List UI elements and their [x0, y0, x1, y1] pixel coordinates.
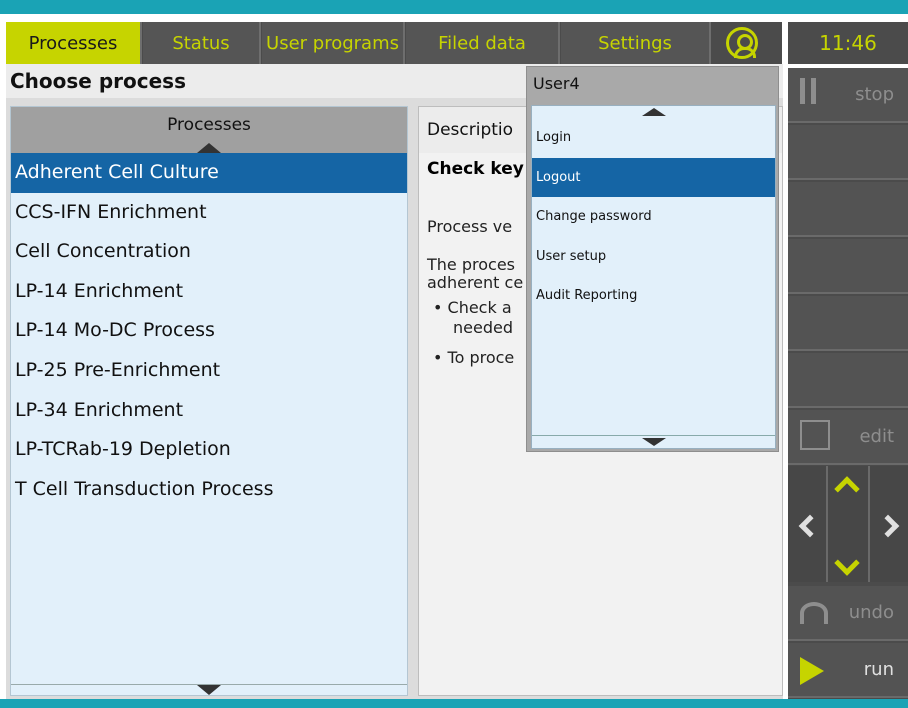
edit-label: edit: [859, 426, 894, 447]
action-sidebar: stop edit undo run: [788, 68, 908, 699]
list-item[interactable]: LP-TCRab-19 Depletion: [11, 430, 407, 470]
tab-label: Settings: [598, 32, 672, 54]
list-item[interactable]: LP-34 Enrichment: [11, 391, 407, 431]
blank-button[interactable]: [788, 353, 908, 408]
blank-button[interactable]: [788, 239, 908, 294]
process-list: Adherent Cell Culture CCS-IFN Enrichment…: [11, 153, 407, 509]
pause-icon: [800, 78, 816, 104]
menu-item-user-setup[interactable]: User setup: [532, 237, 775, 277]
scroll-up-icon[interactable]: [197, 143, 221, 153]
blank-button[interactable]: [788, 296, 908, 351]
tab-label: Status: [172, 32, 230, 54]
blank-button[interactable]: [788, 125, 908, 180]
scroll-down-icon[interactable]: [197, 685, 221, 695]
blank-button[interactable]: [788, 182, 908, 237]
menu-item-logout[interactable]: Logout: [532, 157, 775, 198]
tab-settings[interactable]: Settings: [561, 22, 711, 64]
undo-label: undo: [848, 602, 894, 623]
menu-item-change-password[interactable]: Change password: [532, 197, 775, 237]
chevron-up-icon[interactable]: [834, 476, 860, 502]
divider: [868, 466, 870, 582]
menu-item-login[interactable]: Login: [532, 118, 775, 158]
tab-label: Processes: [28, 32, 118, 54]
list-item[interactable]: Cell Concentration: [11, 232, 407, 272]
stop-button[interactable]: stop: [788, 68, 908, 123]
chevron-left-icon[interactable]: [798, 514, 822, 538]
scroll-down-icon[interactable]: [642, 438, 666, 446]
process-list-panel: Processes Adherent Cell Culture CCS-IFN …: [10, 106, 408, 696]
user-menu-list: Login Logout Change password User setup …: [531, 105, 776, 449]
tab-status[interactable]: Status: [143, 22, 261, 64]
user-icon[interactable]: [726, 27, 758, 59]
tab-user-programs[interactable]: User programs: [262, 22, 405, 64]
list-item[interactable]: Adherent Cell Culture: [11, 153, 407, 193]
chevron-down-icon[interactable]: [834, 550, 860, 576]
bottom-frame-bar: [0, 699, 908, 708]
chevron-right-icon[interactable]: [876, 514, 900, 538]
edit-button[interactable]: edit: [788, 410, 908, 465]
tab-filed-data[interactable]: Filed data: [406, 22, 560, 64]
scroll-up-icon[interactable]: [642, 108, 666, 116]
process-list-title: Processes: [167, 115, 251, 135]
process-list-header: Processes: [11, 107, 407, 153]
tab-label: User programs: [266, 32, 399, 54]
list-item[interactable]: T Cell Transduction Process: [11, 470, 407, 510]
list-item[interactable]: CCS-IFN Enrichment: [11, 193, 407, 233]
edit-icon: [800, 420, 830, 450]
user-menu-dropdown: User4 Login Logout Change password User …: [526, 66, 779, 452]
current-user: User4: [533, 74, 580, 93]
play-icon: [800, 657, 824, 685]
undo-icon: [800, 602, 828, 624]
clock: 11:46: [788, 22, 908, 64]
main-tab-bar: Processes Status User programs Filed dat…: [6, 22, 782, 64]
run-button[interactable]: run: [788, 643, 908, 698]
divider: [826, 466, 828, 582]
divider: [532, 435, 775, 436]
tab-processes[interactable]: Processes: [6, 22, 142, 64]
navigation-pad: [788, 466, 908, 582]
list-item[interactable]: LP-14 Mo-DC Process: [11, 311, 407, 351]
top-frame-bar: [0, 0, 908, 14]
undo-button[interactable]: undo: [788, 586, 908, 641]
menu-item-audit-reporting[interactable]: Audit Reporting: [532, 276, 775, 316]
stop-label: stop: [855, 84, 894, 105]
list-item[interactable]: LP-14 Enrichment: [11, 272, 407, 312]
list-item[interactable]: LP-25 Pre-Enrichment: [11, 351, 407, 391]
run-label: run: [863, 659, 894, 680]
tab-label: Filed data: [438, 32, 526, 54]
